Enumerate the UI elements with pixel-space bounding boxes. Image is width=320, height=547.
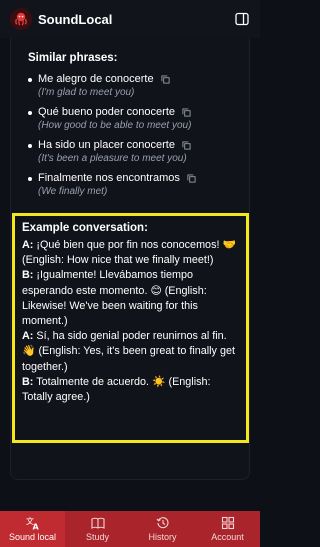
conversation-line: A: ¡Qué bien que por fin nos conocemos! …: [22, 238, 239, 268]
example-conversation-box: Example conversation: A: ¡Qué bien que p…: [12, 213, 249, 443]
list-item: Qué bueno poder conocerte (How good to b…: [28, 105, 248, 132]
grid-icon: [221, 516, 234, 530]
speaker-label: B:: [22, 375, 34, 388]
history-icon: [156, 517, 168, 529]
phrase-translation: (It's been a pleasure to meet you): [38, 153, 187, 164]
copy-icon[interactable]: [182, 141, 191, 150]
speaker-label: A:: [22, 330, 34, 343]
nav-item-sound-local[interactable]: 文 A Sound local: [0, 511, 65, 547]
nav-label: Study: [85, 532, 109, 542]
example-conversation-heading: Example conversation:: [22, 222, 148, 234]
similar-phrases-list: Me alegro de conocerte (I'm glad to meet…: [28, 72, 248, 204]
copy-icon[interactable]: [182, 108, 191, 117]
sidebar-toggle-button[interactable]: [234, 11, 250, 27]
nav-item-study[interactable]: Study: [65, 511, 130, 547]
nav-label: Account: [211, 532, 244, 542]
translate-icon: 文 A: [26, 516, 40, 530]
phrase-translation: (How good to be able to meet you): [38, 120, 192, 131]
nav-item-history[interactable]: History: [130, 511, 195, 547]
conversation-text: ¡Igualmente! Llevábamos tiempo esperando…: [22, 269, 207, 328]
conversation-text: ¡Qué bien que por fin nos conocemos! 🤝 (…: [22, 239, 236, 267]
nav-label: Sound local: [8, 532, 57, 542]
phrase-translation: (I'm glad to meet you): [38, 87, 135, 98]
bottom-nav: 文 A Sound local Study History Account: [0, 511, 260, 547]
conversation-line: B: ¡Igualmente! Llevábamos tiempo espera…: [22, 268, 239, 329]
sidebar-icon: [235, 12, 249, 26]
list-item: Me alegro de conocerte (I'm glad to meet…: [28, 72, 248, 99]
similar-phrases-heading: Similar phrases:: [28, 52, 118, 64]
conversation-text: Totalmente de acuerdo. ☀️ (English: Tota…: [22, 375, 211, 404]
phrase-translation: (We finally met): [38, 186, 108, 197]
phrase-text: Finalmente nos encontramos: [38, 172, 180, 184]
list-item: Finalmente nos encontramos (We finally m…: [28, 171, 248, 198]
svg-text:A: A: [32, 523, 39, 531]
copy-icon[interactable]: [161, 75, 170, 84]
list-item: Ha sido un placer conocerte (It's been a…: [28, 138, 248, 165]
speaker-label: A:: [22, 239, 34, 251]
phrase-text: Qué bueno poder conocerte: [38, 106, 175, 118]
conversation-text: Sí, ha sido genial poder reunirnos al fi…: [22, 330, 235, 373]
app-root: SoundLocal Similar phrases: Me alegro de…: [0, 0, 260, 547]
conversation-line: B: Totalmente de acuerdo. ☀️ (English: T…: [22, 375, 239, 405]
octopus-logo-icon: [10, 8, 32, 30]
phrase-text: Ha sido un placer conocerte: [38, 139, 175, 151]
nav-item-account[interactable]: Account: [195, 511, 260, 547]
top-bar: SoundLocal: [0, 0, 260, 38]
phrase-text: Me alegro de conocerte: [38, 73, 154, 85]
app-title: SoundLocal: [38, 11, 113, 27]
nav-label: History: [148, 532, 177, 542]
speaker-label: B:: [22, 269, 34, 282]
book-icon: [90, 517, 105, 529]
conversation-line: A: Sí, ha sido genial poder reunirnos al…: [22, 329, 239, 375]
copy-icon[interactable]: [187, 174, 196, 183]
